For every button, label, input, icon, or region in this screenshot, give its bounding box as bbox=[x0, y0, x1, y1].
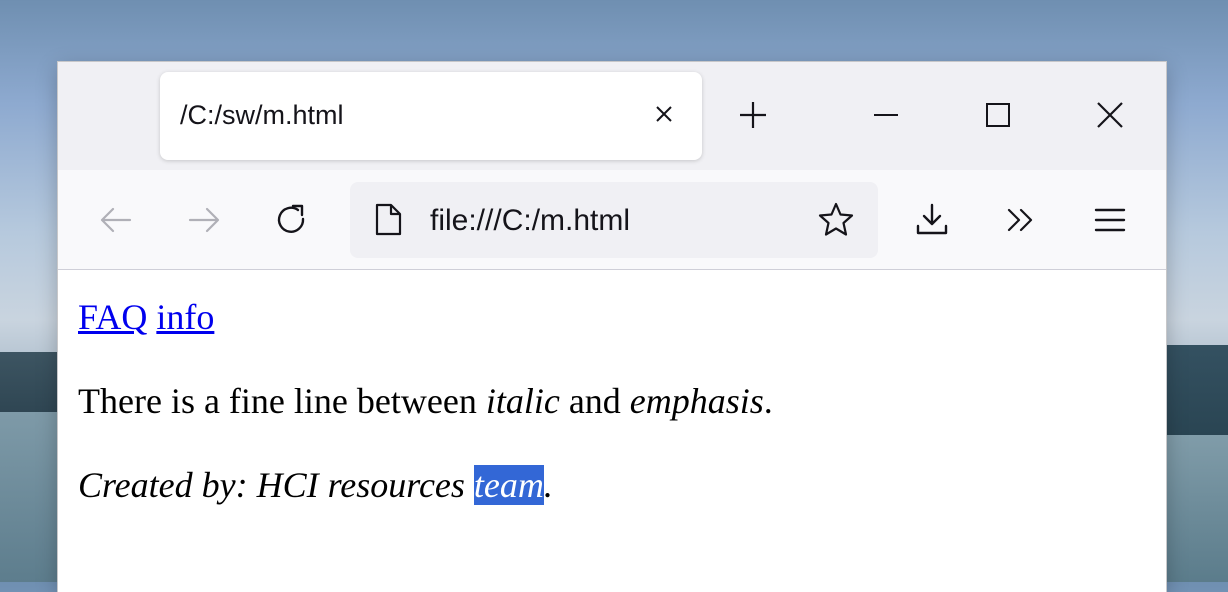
browser-window: /C:/sw/m.html file:///C:/m.html FAQ info… bbox=[58, 62, 1166, 592]
para1-text: There is a fine line between bbox=[78, 381, 486, 421]
italic-word: italic bbox=[485, 381, 560, 421]
bookmark-star-icon[interactable] bbox=[816, 200, 856, 240]
navigation-toolbar: file:///C:/m.html bbox=[58, 170, 1166, 270]
para1-and: and bbox=[559, 381, 630, 421]
tab-title: /C:/sw/m.html bbox=[180, 100, 344, 130]
back-icon[interactable] bbox=[96, 200, 136, 240]
tab-active[interactable]: /C:/sw/m.html bbox=[160, 72, 702, 160]
paragraph-fine-line: There is a fine line between italic and … bbox=[78, 380, 773, 422]
overflow-icon[interactable] bbox=[1000, 200, 1040, 240]
credits-period: . bbox=[543, 465, 553, 505]
link-info[interactable]: info bbox=[156, 297, 214, 337]
window-close-icon[interactable] bbox=[1090, 95, 1130, 135]
paragraph-credits: Created by: HCI resources team. bbox=[78, 464, 553, 506]
emphasis-word: emphasis bbox=[629, 381, 764, 421]
menu-icon[interactable] bbox=[1090, 200, 1130, 240]
wallpaper-hill-left bbox=[0, 352, 58, 412]
selected-text[interactable]: team bbox=[473, 465, 544, 505]
new-tab-icon[interactable] bbox=[733, 95, 773, 135]
reload-icon[interactable] bbox=[272, 200, 312, 240]
minimize-icon[interactable] bbox=[866, 95, 906, 135]
url-text[interactable]: file:///C:/m.html bbox=[430, 204, 630, 238]
para1-period: . bbox=[763, 381, 773, 421]
tab-close-icon[interactable] bbox=[644, 94, 684, 134]
forward-icon[interactable] bbox=[184, 200, 224, 240]
link-faq[interactable]: FAQ bbox=[78, 297, 147, 337]
url-bar[interactable]: file:///C:/m.html bbox=[350, 182, 878, 258]
download-icon[interactable] bbox=[912, 200, 952, 240]
credits-text: Created by: HCI resources bbox=[78, 465, 474, 505]
page-icon bbox=[368, 200, 408, 240]
maximize-icon[interactable] bbox=[978, 95, 1018, 135]
tab-bar: /C:/sw/m.html bbox=[58, 62, 1166, 170]
wallpaper-sea-left bbox=[0, 412, 58, 582]
nav-links: FAQ info bbox=[78, 296, 214, 338]
wallpaper-hill-right bbox=[1166, 345, 1228, 435]
wallpaper-sea-right bbox=[1166, 435, 1228, 582]
page-content: FAQ info There is a fine line between it… bbox=[58, 270, 1166, 592]
